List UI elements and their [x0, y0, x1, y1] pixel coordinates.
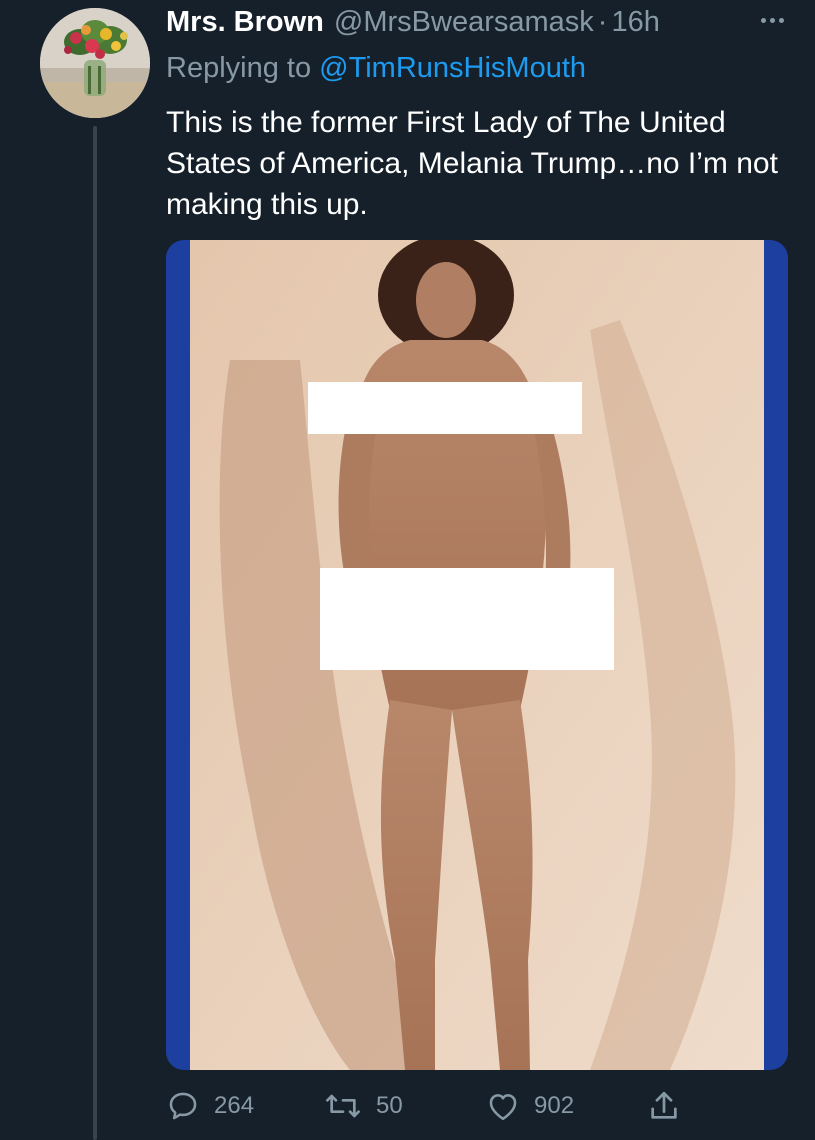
- replying-to-link[interactable]: @TimRunsHisMouth: [319, 52, 586, 84]
- flower-vase-avatar-image: [40, 8, 150, 118]
- tweet-text: This is the former First Lady of The Uni…: [166, 106, 778, 221]
- reply-count: 264: [214, 1092, 255, 1119]
- avatar[interactable]: [40, 8, 150, 118]
- share-upload-icon: [651, 1091, 677, 1119]
- user-handle[interactable]: @MrsBwearsamask: [334, 6, 594, 39]
- heart-icon: [489, 1094, 517, 1121]
- share-button[interactable]: [648, 1086, 680, 1126]
- more-options-button[interactable]: [750, 4, 794, 36]
- separator-dot: ·: [597, 6, 608, 38]
- more-dot: [778, 17, 784, 23]
- timestamp[interactable]: 16h: [611, 6, 659, 39]
- tweet[interactable]: Mrs. Brown @MrsBwearsamask · 16h Replyin…: [0, 0, 815, 1140]
- like-count: 902: [534, 1092, 575, 1119]
- speech-bubble-icon: [169, 1092, 197, 1120]
- more-horizontal-icon: [760, 17, 766, 23]
- retweet-arrows-icon: [326, 1094, 360, 1118]
- more-dot: [769, 17, 775, 23]
- retweet-count: 50: [376, 1092, 403, 1119]
- censor-bar-top: [308, 382, 582, 434]
- tweet-header: Mrs. Brown @MrsBwearsamask · 16h: [166, 6, 660, 42]
- tweet-media[interactable]: [166, 240, 788, 1070]
- media-image: [190, 240, 764, 1070]
- censor-bar-bottom: [320, 568, 614, 670]
- tweet-actions: 264 50 902: [166, 1086, 786, 1126]
- reply-button[interactable]: 264: [166, 1086, 254, 1126]
- replying-to-line: Replying to @TimRunsHisMouth: [166, 52, 586, 85]
- display-name[interactable]: Mrs. Brown: [166, 6, 324, 39]
- retweet-button[interactable]: 50: [324, 1086, 403, 1126]
- thread-line: [93, 126, 97, 1140]
- like-button[interactable]: 902: [486, 1086, 574, 1126]
- replying-prefix: Replying to: [166, 52, 312, 84]
